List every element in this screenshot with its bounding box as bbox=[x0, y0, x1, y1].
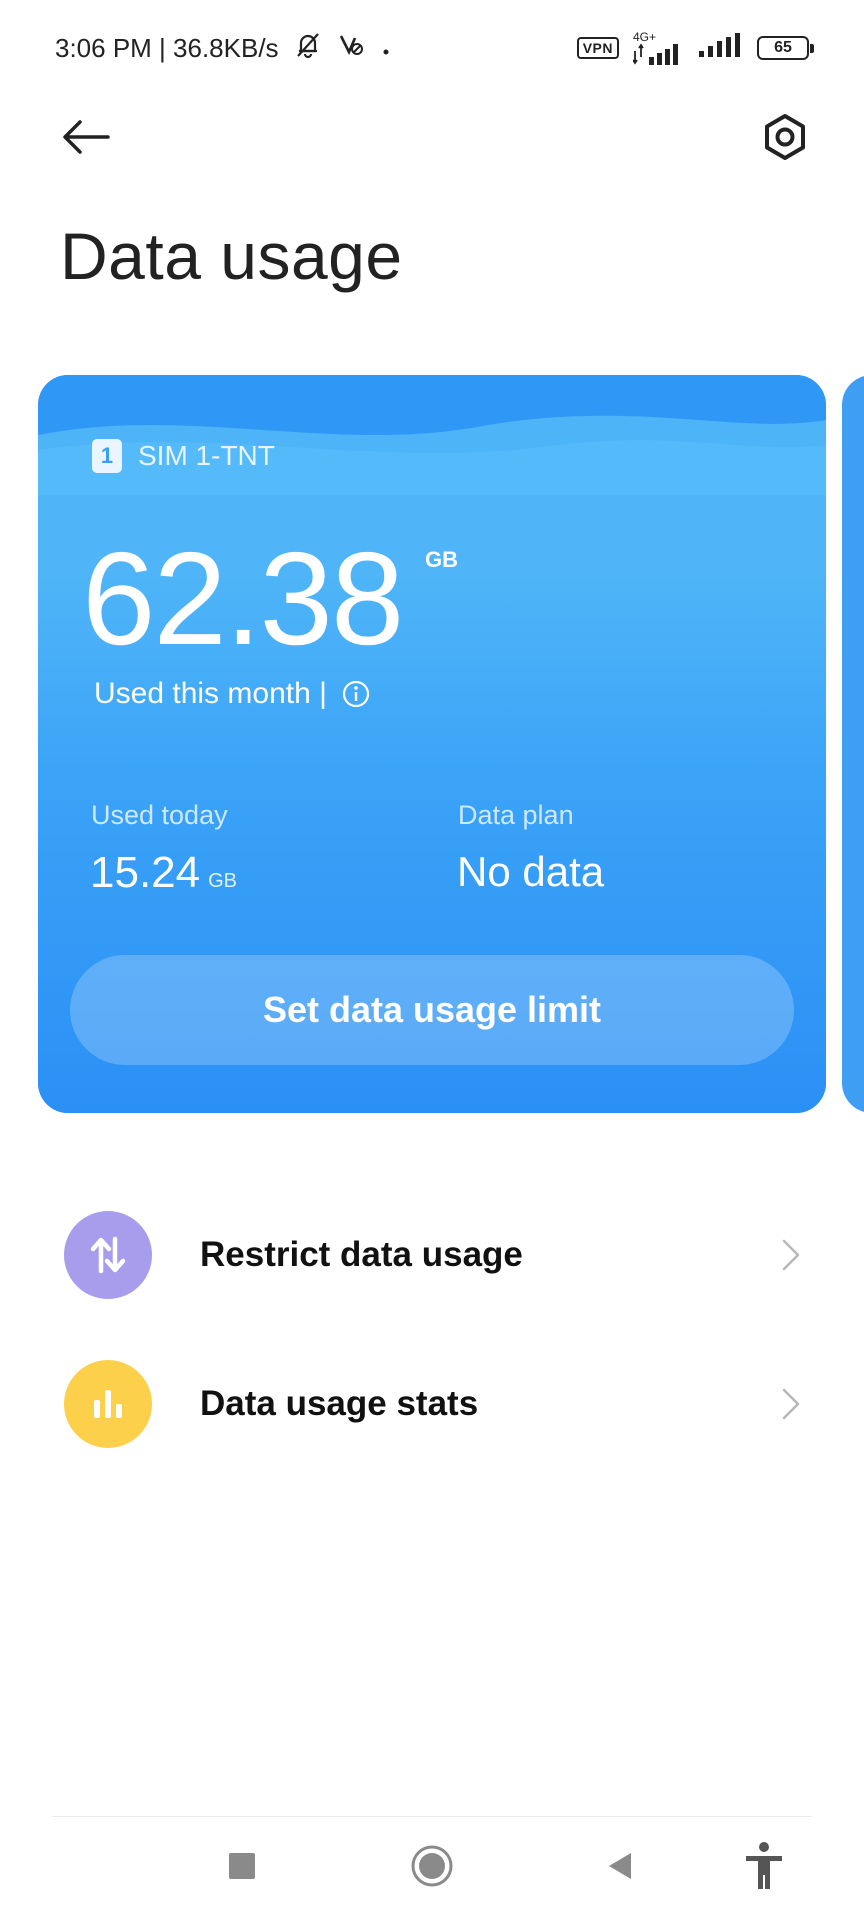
status-right: VPN 4G+ 65 bbox=[576, 31, 814, 65]
battery-level: 65 bbox=[774, 39, 792, 56]
sim-icon: 1 bbox=[92, 439, 122, 473]
volte-off-icon bbox=[337, 30, 367, 67]
home-button[interactable] bbox=[404, 1838, 460, 1894]
signal-4g-icon: 4G+ bbox=[633, 31, 683, 65]
home-circle-icon bbox=[411, 1845, 453, 1887]
accessibility-icon bbox=[746, 1842, 782, 1889]
network-type: 4G+ bbox=[633, 30, 657, 44]
used-today-value: 15.24 bbox=[90, 848, 201, 897]
triangle-back-icon bbox=[609, 1853, 631, 1879]
data-plan-label: Data plan bbox=[458, 800, 574, 830]
battery-icon: 65 bbox=[757, 36, 814, 60]
usage-card[interactable]: 1 SIM 1-TNT 62.38 GB Used this month | U… bbox=[38, 375, 826, 1113]
page-title: Data usage bbox=[60, 219, 403, 293]
signal-icon bbox=[697, 32, 743, 64]
back-button[interactable] bbox=[58, 112, 114, 162]
next-sim-card-peek[interactable] bbox=[842, 375, 864, 1113]
data-usage-stats-label: Data usage stats bbox=[200, 1384, 479, 1423]
used-today-unit: GB bbox=[208, 870, 238, 892]
restrict-data-usage-item[interactable]: Restrict data usage bbox=[0, 1200, 864, 1310]
data-usage-screen: 3:06 PM | 36.8KB/s VPN 4G+ 65 Data usage… bbox=[0, 0, 864, 1920]
used-month-row: Used this month | bbox=[94, 677, 371, 711]
used-month-label: Used this month | bbox=[94, 677, 327, 710]
vpn-indicator: VPN bbox=[576, 37, 619, 59]
back-nav-button[interactable] bbox=[592, 1838, 648, 1894]
used-today-label: Used today bbox=[91, 800, 228, 830]
used-month-value: 62.38 bbox=[82, 525, 404, 672]
bar-chart-icon bbox=[64, 1360, 152, 1448]
square-icon bbox=[229, 1853, 255, 1879]
restrict-data-usage-label: Restrict data usage bbox=[200, 1235, 523, 1274]
gear-icon bbox=[765, 114, 805, 160]
recents-button[interactable] bbox=[214, 1838, 270, 1894]
accessibility-button[interactable] bbox=[736, 1838, 792, 1894]
sim-label: SIM 1-TNT bbox=[138, 440, 275, 471]
used-month-unit: GB bbox=[425, 547, 458, 572]
dot-icon bbox=[381, 33, 391, 64]
status-bar: 3:06 PM | 36.8KB/s VPN 4G+ 65 bbox=[0, 0, 864, 96]
data-usage-stats-item[interactable]: Data usage stats bbox=[0, 1349, 864, 1459]
sim-selector: 1 SIM 1-TNT bbox=[92, 439, 275, 473]
arrow-left-icon bbox=[63, 120, 110, 154]
bell-off-icon bbox=[293, 30, 323, 67]
set-data-limit-button[interactable]: Set data usage limit bbox=[70, 955, 794, 1065]
data-plan-value: No data bbox=[457, 848, 605, 895]
status-time-speed: 3:06 PM | 36.8KB/s bbox=[55, 32, 279, 63]
arrows-updown-icon bbox=[64, 1211, 152, 1299]
used-today-value-row: 15.24 GB bbox=[90, 848, 237, 898]
info-icon[interactable] bbox=[341, 679, 371, 709]
settings-button[interactable] bbox=[760, 112, 810, 162]
status-left: 3:06 PM | 36.8KB/s bbox=[55, 30, 391, 67]
chevron-right-icon bbox=[782, 1239, 800, 1271]
nav-divider bbox=[52, 1816, 812, 1817]
chevron-right-icon bbox=[782, 1388, 800, 1420]
